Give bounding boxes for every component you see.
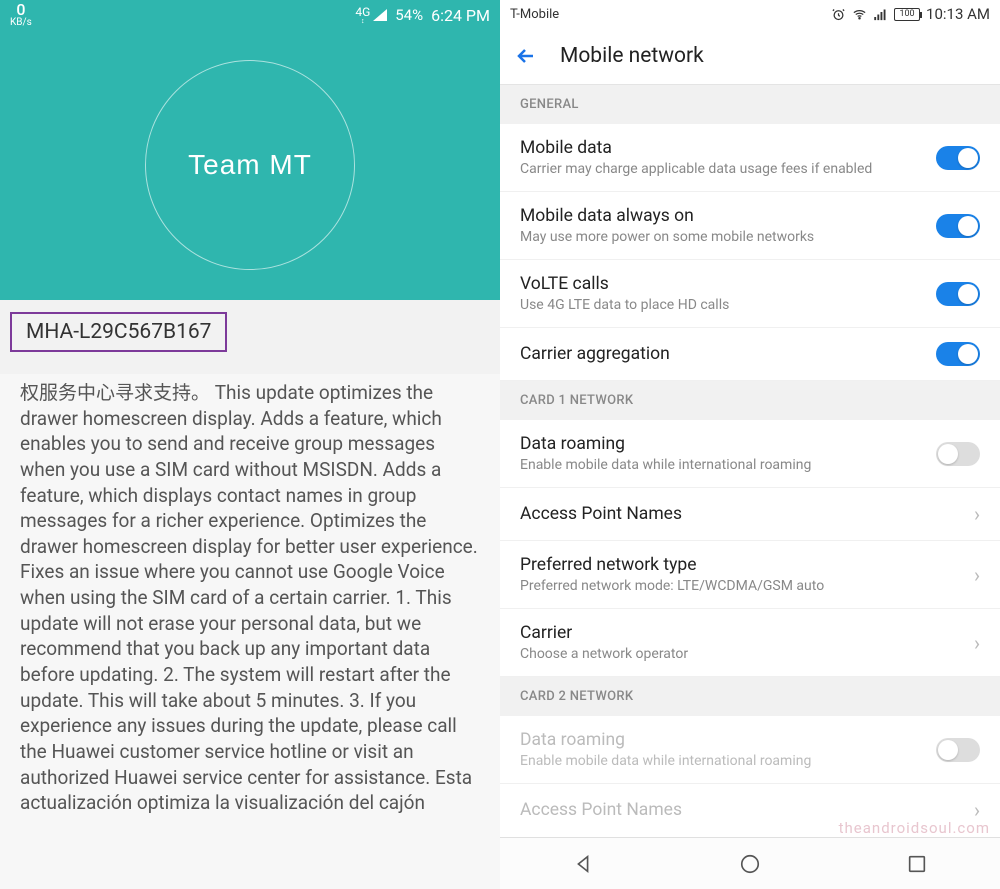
setting-card1-apn[interactable]: Access Point Names › bbox=[500, 488, 1000, 541]
setting-subtitle: Preferred network mode: LTE/WCDMA/GSM au… bbox=[520, 578, 974, 594]
setting-subtitle: Use 4G LTE data to place HD calls bbox=[520, 297, 936, 313]
toggle-mobile-data[interactable] bbox=[936, 146, 980, 170]
kbps-label: KB/s bbox=[10, 18, 32, 28]
kbps-value: 0 bbox=[16, 2, 25, 18]
nav-home-icon[interactable] bbox=[739, 853, 761, 875]
setting-volte[interactable]: VoLTE calls Use 4G LTE data to place HD … bbox=[500, 260, 1000, 328]
alarm-icon bbox=[831, 7, 846, 22]
page-header: Mobile network bbox=[500, 28, 1000, 84]
logo-text: Team MT bbox=[188, 149, 312, 181]
wifi-icon bbox=[852, 7, 867, 22]
setting-card2-roaming: Data roaming Enable mobile data while in… bbox=[500, 716, 1000, 784]
section-card2: CARD 2 NETWORK bbox=[500, 677, 1000, 716]
toggle-card1-roaming[interactable] bbox=[936, 442, 980, 466]
setting-subtitle: Choose a network operator bbox=[520, 646, 974, 662]
setting-subtitle: Enable mobile data while international r… bbox=[520, 457, 936, 473]
chevron-right-icon: › bbox=[974, 502, 980, 526]
signal-icon bbox=[373, 9, 387, 21]
setting-title: Mobile data bbox=[520, 138, 936, 158]
carrier-label: T-Mobile bbox=[510, 7, 559, 22]
right-screenshot: T-Mobile 100 10:13 AM Mobile network GEN… bbox=[500, 0, 1000, 889]
status-time: 6:24 PM bbox=[431, 6, 490, 25]
navigation-bar bbox=[500, 837, 1000, 889]
nav-recent-icon[interactable] bbox=[906, 853, 928, 875]
chevron-right-icon: › bbox=[974, 798, 980, 822]
setting-subtitle: Carrier may charge applicable data usage… bbox=[520, 161, 936, 177]
setting-card2-apn: Access Point Names › bbox=[500, 784, 1000, 836]
setting-title: Access Point Names bbox=[520, 800, 974, 820]
setting-title: Mobile data always on bbox=[520, 206, 936, 226]
firmware-version: MHA-L29C567B167 bbox=[10, 312, 227, 352]
version-area: MHA-L29C567B167 bbox=[0, 300, 500, 374]
network-type-label: 4G ↕ bbox=[355, 6, 370, 25]
page-title: Mobile network bbox=[560, 44, 704, 68]
setting-title: Carrier bbox=[520, 623, 974, 643]
setting-mobile-data[interactable]: Mobile data Carrier may charge applicabl… bbox=[500, 124, 1000, 192]
chevron-right-icon: › bbox=[974, 563, 980, 587]
changelog-text[interactable]: 权服务中心寻求支持。 This update optimizes the dra… bbox=[0, 374, 500, 889]
toggle-always-on[interactable] bbox=[936, 214, 980, 238]
setting-title: VoLTE calls bbox=[520, 274, 936, 294]
setting-card1-roaming[interactable]: Data roaming Enable mobile data while in… bbox=[500, 420, 1000, 488]
toggle-carrier-agg[interactable] bbox=[936, 342, 980, 366]
left-screenshot: 0 KB/s 4G ↕ 54% 6:24 PM Team MT MHA-L29C… bbox=[0, 0, 500, 889]
logo-circle: Team MT bbox=[145, 60, 355, 270]
toggle-card2-roaming bbox=[936, 738, 980, 762]
status-bar-right: T-Mobile 100 10:13 AM bbox=[500, 0, 1000, 28]
setting-title: Data roaming bbox=[520, 434, 936, 454]
setting-title: Data roaming bbox=[520, 730, 936, 750]
setting-subtitle: Enable mobile data while international r… bbox=[520, 753, 936, 769]
setting-card1-network-type[interactable]: Preferred network type Preferred network… bbox=[500, 541, 1000, 609]
status-time: 10:13 AM bbox=[926, 5, 990, 23]
setting-title: Access Point Names bbox=[520, 504, 974, 524]
setting-carrier-aggregation[interactable]: Carrier aggregation bbox=[500, 328, 1000, 381]
network-speed-indicator: 0 KB/s bbox=[10, 2, 32, 28]
section-general: GENERAL bbox=[500, 85, 1000, 124]
chevron-right-icon: › bbox=[974, 631, 980, 655]
signal-icon bbox=[873, 7, 888, 22]
setting-mobile-data-always-on[interactable]: Mobile data always on May use more power… bbox=[500, 192, 1000, 260]
section-card1: CARD 1 NETWORK bbox=[500, 381, 1000, 420]
setting-title: Carrier aggregation bbox=[520, 344, 936, 364]
status-bar-left: 0 KB/s 4G ↕ 54% 6:24 PM bbox=[0, 0, 500, 30]
setting-title: Preferred network type bbox=[520, 555, 974, 575]
battery-percentage: 54% bbox=[395, 6, 423, 24]
update-banner: Team MT bbox=[0, 30, 500, 300]
setting-card1-carrier[interactable]: Carrier Choose a network operator › bbox=[500, 609, 1000, 677]
nav-back-icon[interactable] bbox=[572, 853, 594, 875]
setting-subtitle: May use more power on some mobile networ… bbox=[520, 229, 936, 245]
back-icon[interactable] bbox=[514, 44, 538, 68]
toggle-volte[interactable] bbox=[936, 282, 980, 306]
battery-icon: 100 bbox=[894, 8, 920, 21]
